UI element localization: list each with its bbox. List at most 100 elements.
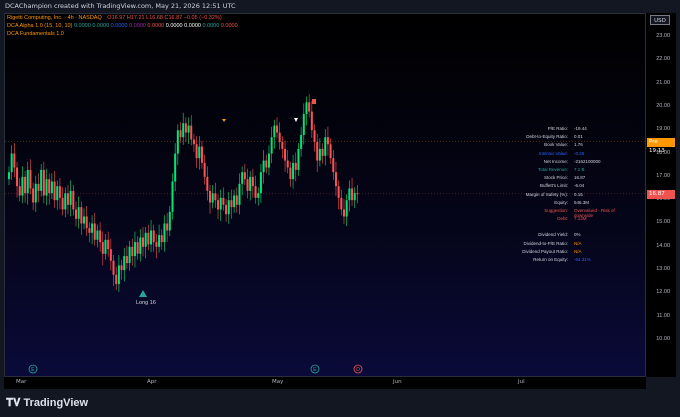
- candle-body: [273, 125, 276, 138]
- candle-body: [270, 137, 273, 154]
- candle-body: [117, 265, 120, 285]
- candle-body: [278, 132, 281, 142]
- candle-body: [34, 183, 37, 203]
- candle-body: [13, 153, 16, 168]
- fundamentals-row: P/E Ratio: -19.44: [506, 126, 626, 134]
- event-marker-glyph: D: [356, 367, 360, 373]
- time-axis[interactable]: Mar Apr May Jun Jul: [4, 377, 646, 389]
- candle-body: [61, 197, 64, 210]
- time-label-apr: Apr: [147, 379, 157, 385]
- candle-body: [29, 169, 32, 189]
- candle-body: [136, 242, 139, 254]
- alert-marker-icon[interactable]: [312, 99, 316, 104]
- fundamentals-value: N/A: [574, 240, 582, 246]
- price-tick-label: 13.00: [656, 266, 670, 272]
- candle-body: [308, 102, 311, 112]
- candle-body: [16, 167, 19, 187]
- candle-body: [198, 146, 201, 159]
- candle-body: [329, 144, 332, 159]
- candle-body: [324, 137, 327, 156]
- candle-body: [160, 235, 163, 243]
- candle-body: [155, 242, 158, 247]
- candle-body: [289, 167, 292, 180]
- candle-body: [24, 176, 27, 194]
- tradingview-frame: DCAChampion created with TradingView.com…: [0, 0, 680, 417]
- candle-body: [93, 223, 96, 240]
- candle-body: [225, 204, 228, 215]
- candle-body: [163, 223, 166, 243]
- candle-body: [332, 158, 335, 173]
- currency-button[interactable]: USD: [650, 15, 670, 25]
- event-marker-glyph: E: [313, 367, 317, 373]
- fundamentals-key: Book Value:: [544, 142, 568, 148]
- candle-body: [66, 193, 69, 205]
- fundamentals-key: Return on Equity:: [533, 257, 568, 262]
- candle-body: [251, 176, 254, 187]
- candle-body: [184, 123, 187, 133]
- candle-body: [195, 144, 198, 159]
- candle-body: [123, 256, 126, 271]
- candle-body: [166, 223, 169, 231]
- fundamentals-key: Buffett's Limit:: [539, 183, 568, 189]
- candle-body: [109, 249, 112, 261]
- candle-body: [80, 207, 83, 224]
- price-tick-label: 11.00: [656, 312, 670, 319]
- candle-body: [340, 197, 343, 210]
- candle-body: [259, 172, 262, 194]
- candle-body: [104, 239, 107, 254]
- candle-body: [75, 209, 77, 219]
- candle-body: [40, 169, 43, 191]
- fundamentals-value: 7.13M: [574, 216, 587, 222]
- candle-body: [310, 111, 313, 131]
- long-signal-icon[interactable]: [139, 290, 147, 297]
- fundamentals-row: Suggestion: Overvalued - Risk of downside: [506, 208, 626, 218]
- fundamentals-key: P/E Ratio:: [547, 126, 568, 131]
- fundamentals-value: 546.3M: [574, 199, 590, 205]
- price-tick-label: 22.00: [656, 56, 670, 63]
- fundamentals-row: Margin of Safety (%): 0.15: [506, 192, 626, 200]
- candle-body: [214, 193, 217, 201]
- fundamentals-key: Intrinsic Value:: [538, 150, 568, 156]
- time-label-mar: Mar: [16, 379, 27, 385]
- candle-body: [150, 230, 153, 245]
- fundamentals-row: Buffett's Limit: -6.04: [506, 183, 626, 191]
- candle-body: [313, 130, 316, 142]
- candle-body: [294, 162, 297, 170]
- candle-body: [353, 193, 356, 201]
- sell-marker-icon[interactable]: [294, 118, 298, 122]
- fundamentals-key: Net Income:: [543, 158, 568, 164]
- sell-marker-icon[interactable]: [222, 119, 226, 122]
- candle-body: [77, 207, 80, 219]
- candle-body: [10, 153, 13, 173]
- candle-body: [230, 200, 233, 208]
- candle-body: [26, 169, 29, 194]
- candle-body: [351, 188, 354, 201]
- candle-body: [45, 179, 48, 196]
- candle-body: [326, 137, 329, 145]
- candle-body: [144, 232, 147, 247]
- price-tick-label: 21.00: [656, 79, 670, 86]
- candle-body: [337, 186, 340, 198]
- tradingview-logo-text: TradingView: [23, 397, 89, 409]
- candle-body: [206, 176, 209, 191]
- candle-body: [120, 265, 123, 271]
- fundamentals-row: Stock Price: 16.87: [506, 175, 626, 183]
- candle-body: [305, 102, 308, 114]
- fundamentals-row: Total Revenue: 7.1 B: [506, 167, 626, 175]
- tradingview-logo-icon: 𝐓𝐕: [6, 397, 21, 409]
- fundamentals-key: Equity:: [554, 199, 568, 205]
- candle-body: [58, 186, 61, 198]
- candle-body: [348, 188, 351, 201]
- tradingview-logo[interactable]: 𝐓𝐕 TradingView: [6, 397, 88, 410]
- candle-body: [200, 146, 203, 163]
- candle-body: [101, 242, 104, 254]
- fundamentals-value: -19.44: [574, 126, 587, 131]
- price-tick-label: 12.00: [656, 289, 670, 296]
- candle-body: [318, 148, 321, 161]
- candle-body: [91, 223, 94, 233]
- fundamentals-row: Return on Equity: -64.31%: [506, 257, 626, 265]
- fundamentals-key: Dividend Payout Ratio:: [522, 248, 568, 254]
- candle-body: [243, 172, 246, 180]
- candle-body: [249, 176, 252, 191]
- price-tick-label: 23.00: [656, 33, 670, 39]
